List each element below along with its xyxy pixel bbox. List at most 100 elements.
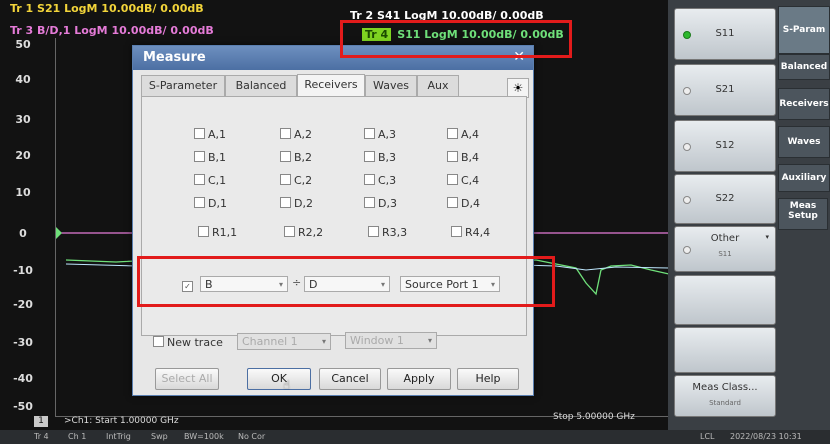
softkey-label: S12 — [715, 140, 735, 151]
tab-receivers[interactable]: Receivers — [297, 74, 365, 97]
checkbox-new-trace[interactable]: New trace — [153, 336, 223, 349]
checkbox-a2[interactable]: A,2 — [280, 128, 312, 141]
checkbox-label: B,1 — [208, 151, 227, 164]
ok-button[interactable]: OK — [247, 368, 311, 390]
checkbox-r11[interactable]: R1,1 — [198, 226, 237, 239]
checkbox-b4[interactable]: B,4 — [447, 151, 479, 164]
checkbox-b2[interactable]: B,2 — [280, 151, 312, 164]
radio-icon — [683, 196, 691, 204]
checkbox-c4[interactable]: C,4 — [447, 174, 479, 187]
checkbox-r22[interactable]: R2,2 — [284, 226, 323, 239]
apply-button[interactable]: Apply — [387, 368, 451, 390]
trace-1-header[interactable]: Tr 1 S21 LogM 10.00dB/ 0.00dB — [10, 2, 204, 15]
vna-screen: Tr 1 S21 LogM 10.00dB/ 0.00dB Tr 3 B/D,1… — [0, 0, 830, 444]
y-tick-label: 10 — [15, 186, 31, 199]
softkey-label: S21 — [715, 84, 735, 95]
tab-balanced[interactable]: Balanced — [225, 75, 297, 96]
radio-selected-icon — [683, 31, 691, 39]
checkbox-d3[interactable]: D,3 — [364, 197, 397, 210]
checkbox-d1[interactable]: D,1 — [194, 197, 227, 210]
stop-frequency: Stop 5.00000 GHz — [553, 412, 635, 422]
tab-waves[interactable]: Waves — [365, 75, 417, 96]
tab-s-parameter[interactable]: S-Parameter — [141, 75, 225, 96]
checkbox-label: D,3 — [378, 197, 397, 210]
status-trigger: IntTrig — [106, 432, 131, 441]
softkey-s22[interactable]: S22 — [674, 174, 776, 224]
y-tick-label: -40 — [13, 372, 33, 385]
select-value: Channel 1 — [242, 335, 298, 348]
window-select[interactable]: Window 1 ▾ — [345, 332, 437, 349]
status-bandwidth: BW=100k — [184, 432, 224, 441]
y-tick-label: 40 — [15, 73, 31, 86]
dialog-title: Measure — [143, 50, 206, 65]
checkbox-r44[interactable]: R4,4 — [451, 226, 490, 239]
menu-tab-waves[interactable]: Waves — [778, 126, 830, 158]
softkey-blank-2[interactable] — [674, 327, 776, 373]
tab-aux[interactable]: Aux — [417, 75, 459, 96]
softkey-blank-1[interactable] — [674, 275, 776, 325]
menu-tab-meas-setup[interactable]: Meas Setup — [778, 198, 828, 230]
checkbox-a3[interactable]: A,3 — [364, 128, 396, 141]
checkbox-label: C,4 — [461, 174, 480, 187]
y-tick-label: -50 — [13, 400, 33, 413]
status-trace: Tr 4 — [34, 432, 49, 441]
cancel-button[interactable]: Cancel — [319, 368, 381, 390]
softkey-label: Other — [710, 233, 740, 244]
checkbox-label: B,4 — [461, 151, 480, 164]
radio-icon — [683, 87, 691, 95]
checkbox-label: A,1 — [208, 128, 227, 141]
checkbox-label: C,1 — [208, 174, 227, 187]
softkey-s11[interactable]: S11 — [674, 8, 776, 60]
checkbox-label: R1,1 — [212, 226, 238, 239]
checkbox-c2[interactable]: C,2 — [280, 174, 312, 187]
checkbox-label: C,3 — [378, 174, 397, 187]
chevron-down-icon: ▾ — [427, 336, 432, 345]
radio-icon — [683, 246, 691, 254]
checkbox-a1[interactable]: A,1 — [194, 128, 226, 141]
checkbox-label: D,4 — [461, 197, 480, 210]
checkbox-label: New trace — [167, 336, 223, 349]
y-tick-label: -30 — [13, 336, 33, 349]
softkey-other[interactable]: Other S11 ▾ — [674, 226, 776, 272]
checkbox-c1[interactable]: C,1 — [194, 174, 226, 187]
status-bar: Tr 4 Ch 1 IntTrig Swp BW=100k No Cor LCL… — [0, 430, 830, 444]
menu-tab-auxiliary[interactable]: Auxiliary — [778, 164, 830, 192]
select-all-button[interactable]: Select All — [155, 368, 219, 390]
y-tick-label: 20 — [15, 149, 31, 162]
channel-select[interactable]: Channel 1 ▾ — [237, 333, 331, 350]
menu-tab-balanced[interactable]: Balanced — [778, 54, 830, 80]
checkbox-c3[interactable]: C,3 — [364, 174, 396, 187]
menu-tab-s-param[interactable]: S-Param — [778, 6, 830, 54]
y-tick-label: 50 — [15, 38, 31, 51]
highlight-box-ratio-row — [137, 256, 555, 307]
measure-dialog: Measure ✕ S-Parameter Balanced Receivers… — [132, 45, 534, 396]
checkbox-label: B,3 — [378, 151, 397, 164]
checkbox-label: D,2 — [294, 197, 313, 210]
checkbox-b3[interactable]: B,3 — [364, 151, 396, 164]
softkey-meas-class[interactable]: Meas Class... Standard — [674, 375, 776, 417]
checkbox-label: A,3 — [378, 128, 397, 141]
help-button[interactable]: Help — [457, 368, 519, 390]
checkbox-r33[interactable]: R3,3 — [368, 226, 407, 239]
reference-marker-icon — [56, 227, 62, 239]
start-frequency: >Ch1: Start 1.00000 GHz — [64, 416, 179, 426]
brightness-icon[interactable]: ☀ — [507, 78, 529, 98]
checkbox-b1[interactable]: B,1 — [194, 151, 226, 164]
checkbox-label: R4,4 — [465, 226, 491, 239]
trace-3-header[interactable]: Tr 3 B/D,1 LogM 10.00dB/ 0.00dB — [10, 24, 214, 37]
softkey-s12[interactable]: S12 — [674, 120, 776, 172]
y-tick-label: 30 — [15, 113, 31, 126]
checkbox-d2[interactable]: D,2 — [280, 197, 313, 210]
checkbox-d4[interactable]: D,4 — [447, 197, 480, 210]
softkey-s21[interactable]: S21 — [674, 64, 776, 116]
y-tick-label: 0 — [19, 227, 27, 240]
softkey-panel: S11 S21 S12 S22 Other S11 ▾ Meas Class..… — [668, 0, 830, 430]
chevron-down-icon: ▾ — [765, 233, 769, 241]
mouse-cursor-icon: ☝ — [283, 378, 291, 392]
status-lcl: LCL — [700, 432, 715, 441]
checkbox-label: D,1 — [208, 197, 227, 210]
y-tick-label: -20 — [13, 298, 33, 311]
menu-tab-receivers[interactable]: Receivers — [778, 88, 830, 120]
radio-icon — [683, 143, 691, 151]
checkbox-a4[interactable]: A,4 — [447, 128, 479, 141]
